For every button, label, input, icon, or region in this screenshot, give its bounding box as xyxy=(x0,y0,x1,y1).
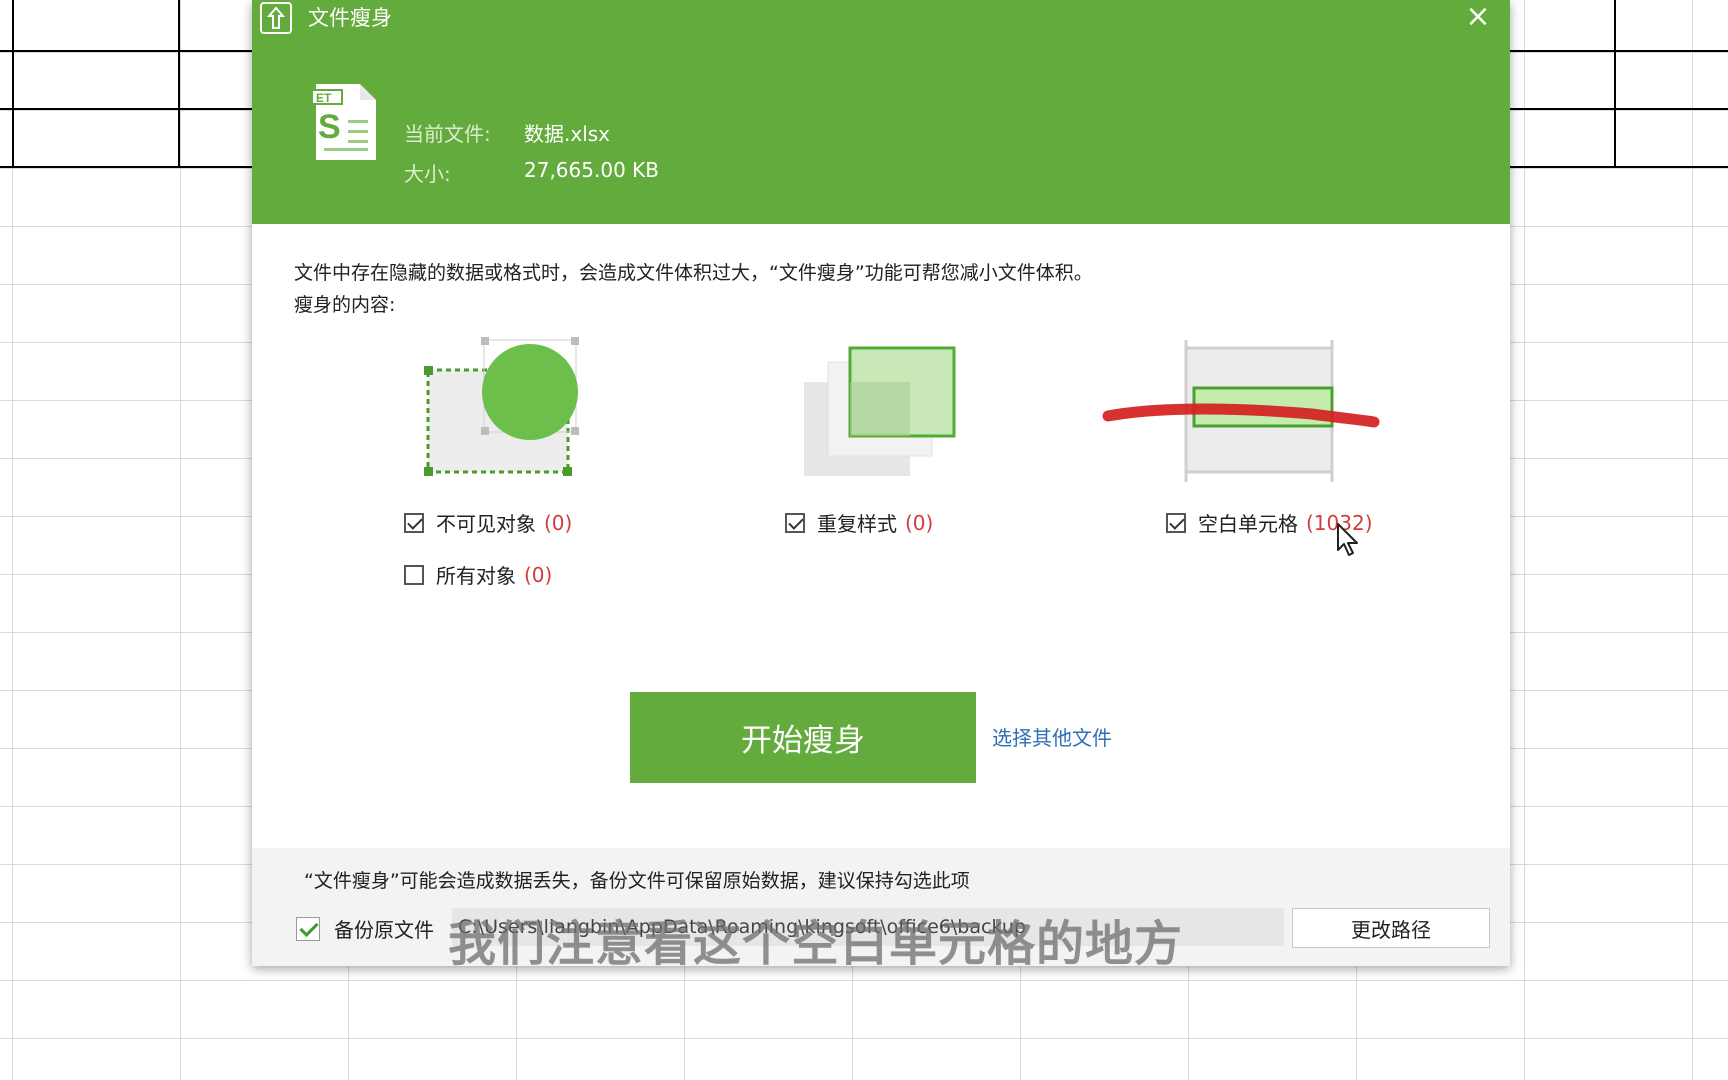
dialog-header: 文件瘦身 × ET S 当前文件: 数据.xlsx 大小: 27,665.00 … xyxy=(252,0,1510,224)
option-invisible-objects[interactable]: 不可见对象 (0) xyxy=(404,508,572,537)
duplicate-styles-label: 重复样式 xyxy=(817,512,897,536)
duplicate-styles-illustration xyxy=(804,344,964,480)
close-icon[interactable]: × xyxy=(1460,0,1496,34)
sheet-border-line xyxy=(1510,108,1728,110)
description-text: 文件中存在隐藏的数据或格式时，会造成文件体积过大，“文件瘦身”功能可帮您减小文件… xyxy=(294,262,1093,284)
mouse-cursor-icon xyxy=(1336,522,1362,562)
size-value: 27,665.00 KB xyxy=(524,158,659,182)
sheet-border-line xyxy=(0,166,252,168)
svg-text:ET: ET xyxy=(316,91,332,105)
backup-checkbox[interactable] xyxy=(296,916,320,941)
all-objects-count: (0) xyxy=(524,562,553,587)
sheet-border-line xyxy=(0,50,252,52)
content-label: 瘦身的内容: xyxy=(294,294,396,316)
duplicate-styles-checkbox[interactable] xyxy=(785,512,805,533)
size-label: 大小: xyxy=(404,162,451,186)
sheet-border-line xyxy=(1510,50,1728,52)
dialog-title: 文件瘦身 xyxy=(308,6,392,30)
slim-app-icon xyxy=(260,2,292,34)
current-file-label: 当前文件: xyxy=(404,122,491,146)
backup-label: 备份原文件 xyxy=(334,918,434,942)
blank-cells-illustration xyxy=(1102,336,1382,488)
video-subtitle: 我们注意看这个空白单元格的地方 xyxy=(448,916,1184,972)
all-objects-label: 所有对象 xyxy=(436,564,516,588)
invisible-objects-label: 不可见对象 xyxy=(436,512,536,536)
option-all-objects[interactable]: 所有对象 (0) xyxy=(404,560,552,589)
current-file-name: 数据.xlsx xyxy=(524,122,611,146)
sheet-border-line xyxy=(1614,0,1616,168)
invisible-objects-count: (0) xyxy=(544,510,573,535)
duplicate-styles-count: (0) xyxy=(905,510,934,535)
sheet-border-line xyxy=(178,0,180,168)
sheet-border-line xyxy=(1510,166,1728,168)
backup-warning-text: “文件瘦身”可能会造成数据丢失，备份文件可保留原始数据，建议保持勾选此项 xyxy=(304,870,970,892)
blank-cells-label: 空白单元格 xyxy=(1198,512,1298,536)
file-slim-dialog: 文件瘦身 × ET S 当前文件: 数据.xlsx 大小: 27,665.00 … xyxy=(252,0,1510,966)
et-spreadsheet-file-icon: ET S xyxy=(310,80,380,164)
invisible-objects-checkbox[interactable] xyxy=(404,512,424,533)
start-slim-button[interactable]: 开始瘦身 xyxy=(630,692,976,783)
change-path-button[interactable]: 更改路径 xyxy=(1292,908,1490,948)
backup-option[interactable]: 备份原文件 xyxy=(296,914,434,943)
sheet-border-line xyxy=(0,108,252,110)
all-objects-checkbox[interactable] xyxy=(404,564,424,585)
svg-text:S: S xyxy=(318,108,341,146)
option-duplicate-styles[interactable]: 重复样式 (0) xyxy=(785,508,933,537)
invisible-objects-illustration xyxy=(420,336,580,486)
blank-cells-checkbox[interactable] xyxy=(1166,512,1186,533)
choose-other-file-link[interactable]: 选择其他文件 xyxy=(992,722,1112,751)
sheet-border-line xyxy=(12,0,14,168)
